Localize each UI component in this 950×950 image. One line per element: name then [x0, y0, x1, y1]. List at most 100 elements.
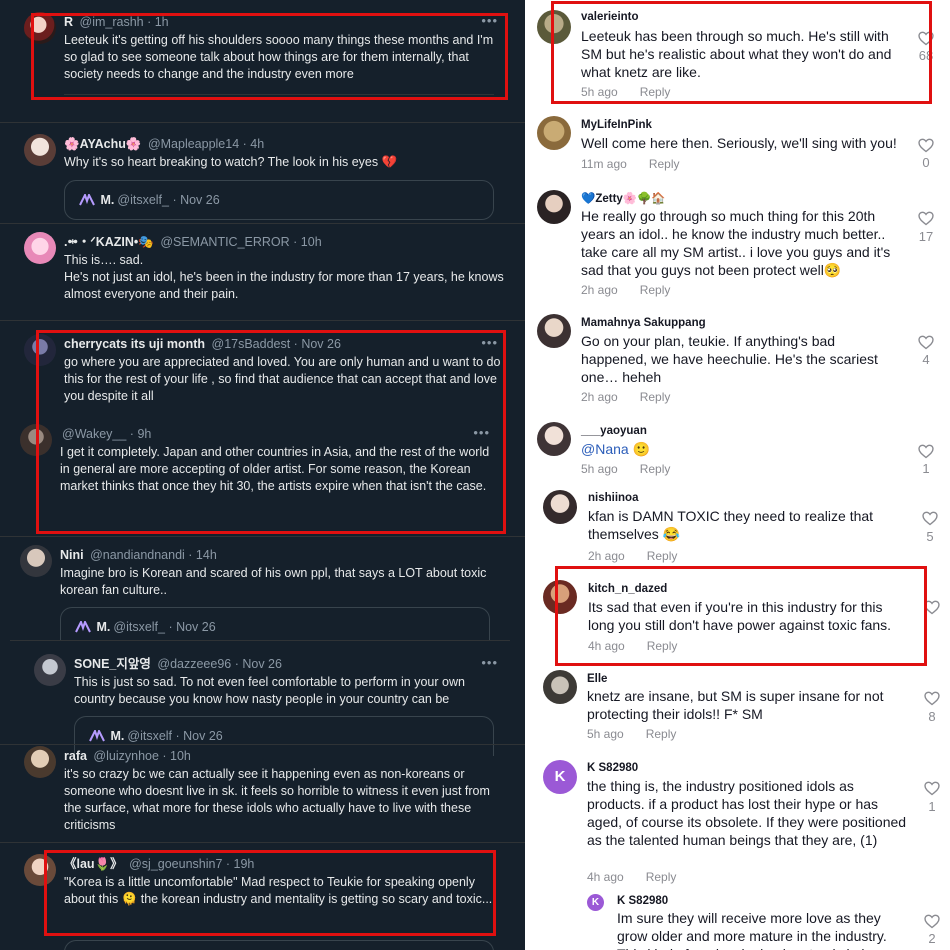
- like-count: 4: [922, 352, 930, 367]
- quoted-handle: @itsxelf_ · Nov 26: [117, 193, 220, 207]
- reply-button[interactable]: Reply: [640, 462, 671, 476]
- heart-icon[interactable]: [924, 691, 940, 706]
- divider: [0, 320, 525, 321]
- avatar[interactable]: [24, 232, 56, 264]
- heart-icon[interactable]: [918, 444, 934, 459]
- avatar[interactable]: K: [587, 894, 604, 911]
- tweet-text: Why it's so heart breaking to watch? The…: [64, 155, 398, 169]
- comment-time: 11m ago: [581, 157, 627, 171]
- divider: [0, 223, 525, 224]
- like-count: 0: [922, 155, 930, 170]
- tweet[interactable]: @Wakey__ · 9h ••• I get it completely. J…: [20, 424, 500, 524]
- tweet[interactable]: 🌸AYAchu🌸 @Mapleapple14 · 4h Why it's so …: [24, 134, 504, 220]
- comment-mention[interactable]: @Nana: [581, 441, 629, 457]
- comment-username[interactable]: ___yaoyuan: [581, 425, 647, 437]
- tweet-handle: @17sBaddest · Nov 26: [211, 337, 341, 351]
- reply-button[interactable]: Reply: [647, 639, 678, 653]
- avatar[interactable]: [24, 746, 56, 778]
- heart-icon[interactable]: [918, 335, 934, 350]
- quoted-tweet[interactable]: [64, 940, 494, 950]
- avatar[interactable]: [20, 545, 52, 577]
- reply-button[interactable]: Reply: [640, 283, 671, 297]
- comment-username[interactable]: K S82980: [587, 762, 638, 774]
- avatar[interactable]: [543, 670, 577, 704]
- tweet[interactable]: 《lau🌷》 @sj_goeunshin7 · 19h "Korea is a …: [24, 854, 504, 950]
- more-icon[interactable]: •••: [481, 12, 498, 29]
- comment-time: 2h ago: [581, 283, 618, 297]
- comment-username[interactable]: 💙Zetty🌸🌳🏠: [581, 191, 666, 205]
- tweet[interactable]: R @im_rashh · 1h ••• Leeteuk it's gettin…: [24, 12, 504, 112]
- more-icon[interactable]: •••: [481, 334, 498, 351]
- comment-text: knetz are insane, but SM is super insane…: [587, 688, 884, 722]
- comment[interactable]: Mamahnya Sakuppang Go on your plan, teuk…: [525, 306, 950, 414]
- quoted-tweet[interactable]: M. @itsxelf_ · Nov 26: [64, 180, 494, 220]
- heart-icon[interactable]: [918, 31, 934, 46]
- heart-icon[interactable]: [924, 781, 940, 796]
- tweet[interactable]: SONE_지앞영 @dazzeee96 · Nov 26 ••• This is…: [34, 654, 504, 756]
- avatar[interactable]: [24, 854, 56, 886]
- reply-button[interactable]: Reply: [649, 157, 680, 171]
- avatar[interactable]: [24, 12, 56, 44]
- quoted-handle: @itsxelf_ · Nov 26: [113, 620, 216, 634]
- heart-icon[interactable]: [924, 914, 940, 929]
- heart-icon[interactable]: [924, 600, 940, 615]
- avatar[interactable]: [34, 654, 66, 686]
- avatar[interactable]: [24, 334, 56, 366]
- tweet[interactable]: cherrycats its uji month @17sBaddest · N…: [24, 334, 504, 414]
- reply-button[interactable]: Reply: [640, 390, 671, 404]
- more-icon[interactable]: •••: [473, 424, 490, 441]
- tweet[interactable]: rafa @luizynhoe · 10h it's so crazy bc w…: [24, 746, 504, 836]
- comment-username[interactable]: kitch_n_dazed: [588, 583, 667, 595]
- heart-icon[interactable]: [918, 138, 934, 153]
- comment-username[interactable]: nishiinoa: [588, 492, 638, 504]
- divider: [0, 744, 525, 745]
- avatar[interactable]: [537, 190, 571, 224]
- comment-username[interactable]: Elle: [587, 673, 607, 685]
- like-count: 1: [928, 799, 936, 814]
- comment-username[interactable]: valerieinto: [581, 11, 639, 23]
- comment-username[interactable]: MyLifeInPink: [581, 119, 652, 131]
- avatar[interactable]: [543, 580, 577, 614]
- avatar[interactable]: [537, 314, 571, 348]
- reply-button[interactable]: Reply: [640, 85, 671, 99]
- avatar[interactable]: K: [543, 760, 577, 794]
- tweet[interactable]: .ꖒ・ᐟKAZIN•🎭 @SEMANTIC_ERROR · 10h This i…: [24, 232, 504, 312]
- like-count: 68: [918, 48, 934, 63]
- comment[interactable]: Elle knetz are insane, but SM is super i…: [525, 666, 950, 752]
- tweet-author-name: R: [64, 15, 74, 29]
- tiktok-comments-panel: valerieinto Leeteuk has been through so …: [525, 0, 950, 950]
- reply-button[interactable]: Reply: [646, 727, 677, 741]
- avatar[interactable]: [543, 490, 577, 524]
- more-icon[interactable]: •••: [481, 654, 498, 671]
- tweet[interactable]: Nini @nandiandnandi · 14h Imagine bro is…: [20, 545, 500, 647]
- tweet-author-name: SONE_지앞영: [74, 657, 151, 671]
- avatar[interactable]: [537, 116, 571, 150]
- quoted-avatar-icon: [79, 194, 95, 206]
- comment[interactable]: MyLifeInPink Well come here then. Seriou…: [525, 110, 950, 182]
- tweet-handle: @SEMANTIC_ERROR · 10h: [160, 235, 322, 249]
- avatar[interactable]: [537, 422, 571, 456]
- avatar[interactable]: [20, 424, 52, 456]
- heart-icon[interactable]: [918, 211, 934, 226]
- comment[interactable]: kitch_n_dazed Its sad that even if you'r…: [525, 576, 950, 664]
- reply-button[interactable]: Reply: [647, 549, 678, 563]
- heart-icon[interactable]: [922, 511, 938, 526]
- tweet-handle: @luizynhoe · 10h: [93, 749, 191, 763]
- tweet-text: This is just so sad. To not even feel co…: [74, 675, 465, 706]
- divider: [0, 842, 525, 843]
- comment[interactable]: valerieinto Leeteuk has been through so …: [525, 0, 950, 110]
- comment-username[interactable]: K S82980: [617, 895, 668, 907]
- comment[interactable]: nishiinoa kfan is DAMN TOXIC they need t…: [525, 486, 950, 570]
- tweet-actions-row: [64, 94, 494, 106]
- like-count: 8: [928, 709, 936, 724]
- comment-username[interactable]: Mamahnya Sakuppang: [581, 317, 706, 329]
- comment-emoji: 🙂: [632, 441, 651, 457]
- comment[interactable]: 💙Zetty🌸🌳🏠 He really go through so much t…: [525, 182, 950, 304]
- reply-button[interactable]: Reply: [646, 870, 677, 884]
- comment-text: Leeteuk has been through so much. He's s…: [581, 28, 892, 80]
- avatar[interactable]: [24, 134, 56, 166]
- comment[interactable]: ___yaoyuan @Nana 🙂 5h ago Reply 1: [525, 414, 950, 486]
- comment[interactable]: K K S82980 Im sure they will receive mor…: [525, 890, 950, 950]
- avatar[interactable]: [537, 10, 571, 44]
- comment[interactable]: K K S82980 the thing is, the industry po…: [525, 756, 950, 890]
